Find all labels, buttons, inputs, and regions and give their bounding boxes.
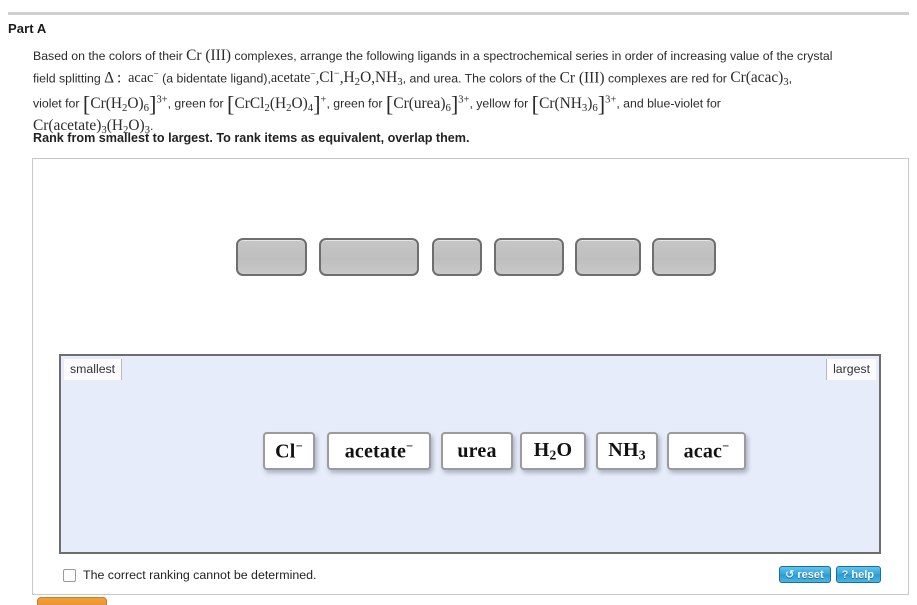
ligand-nh3-inline: NH3 xyxy=(375,68,403,88)
question-line-3-a: violet for xyxy=(33,96,83,111)
question-line-2-a: field splitting xyxy=(33,70,105,85)
page-title: Part A xyxy=(8,21,47,36)
empty-slot[interactable] xyxy=(652,238,716,276)
submit-button[interactable] xyxy=(37,597,107,605)
help-button[interactable]: ? help xyxy=(835,566,881,583)
item-label: H2O xyxy=(533,438,573,463)
reset-button[interactable]: ↺ reset xyxy=(779,566,831,583)
empty-slot[interactable] xyxy=(432,238,482,276)
complex-cr-urea-6: [Cr(urea)6]3+ xyxy=(385,91,470,117)
ranked-item-nh3[interactable]: NH3 xyxy=(596,432,658,470)
empty-slot[interactable] xyxy=(494,238,564,276)
item-label: NH3 xyxy=(608,438,646,463)
cr-acac-3: Cr(acac)3 xyxy=(730,68,789,88)
item-label: Cl− xyxy=(275,438,303,463)
question-line-2-b: (a bidentate ligand), xyxy=(162,70,271,85)
question-text: Based on the colors of their Cr (III) co… xyxy=(33,47,909,140)
ranking-tray[interactable]: smallest largest Cl− acetate− urea H2O N… xyxy=(59,354,881,554)
ligand-cl-inline: Cl− xyxy=(319,68,340,86)
delta-symbol: Δ : xyxy=(104,68,122,86)
cannot-determine-row[interactable]: The correct ranking cannot be determined… xyxy=(63,568,317,582)
ligand-acac-inline: acac− xyxy=(128,68,159,86)
question-line-1: Based on the colors of their Cr (III) co… xyxy=(33,47,909,66)
ranked-item-acetate[interactable]: acetate− xyxy=(327,432,431,470)
question-line-2: field splitting Δ : acac− (a bidentate l… xyxy=(33,68,793,88)
question-mark-icon: ? xyxy=(841,568,849,581)
ranked-item-acac[interactable]: acac− xyxy=(667,432,746,470)
question-line-3: violet for [Cr(H2O)6]3+, green for [CrCl… xyxy=(33,91,909,117)
panel-action-buttons: ↺ reset ? help xyxy=(779,566,881,583)
complex-cr-h2o-6: [Cr(H2O)6]3+ xyxy=(82,91,168,117)
question-line-3-b: , green for xyxy=(167,96,228,111)
question-line-3-c: , green for xyxy=(326,96,386,111)
reset-icon: ↺ xyxy=(785,569,795,581)
tray-label-largest: largest xyxy=(826,359,876,380)
rank-instruction: Rank from smallest to largest. To rank i… xyxy=(33,131,470,145)
question-line-3-d: , yellow for xyxy=(469,96,532,111)
ranked-items: Cl− acetate− urea H2O NH3 acac− xyxy=(61,432,879,472)
item-label: urea xyxy=(457,439,497,462)
reset-label: reset xyxy=(797,568,824,581)
ranked-item-cl[interactable]: Cl− xyxy=(263,432,315,470)
help-label: help xyxy=(851,568,874,581)
complex-cr-nh3-6: [Cr(NH3)6]3+ xyxy=(531,91,617,117)
cr-iii-label-1: Cr (III) xyxy=(186,47,231,64)
question-line-2-d: complexes are red for xyxy=(604,70,731,85)
tray-label-smallest: smallest xyxy=(64,359,123,380)
cr-iii-label-2: Cr (III) xyxy=(559,68,605,86)
ranking-panel: smallest largest Cl− acetate− urea H2O N… xyxy=(32,158,909,595)
ligand-acetate-inline: acetate− xyxy=(270,68,316,86)
top-divider xyxy=(8,12,909,15)
item-label: acac− xyxy=(683,438,730,463)
question-line-1-a: Based on the colors of their xyxy=(33,49,187,63)
ligand-h2o-inline: H2O xyxy=(343,68,372,88)
question-line-3-e: , and blue-violet for xyxy=(616,96,721,111)
ranked-item-urea[interactable]: urea xyxy=(441,432,513,470)
complex-crcl2-h2o-4: [CrCl2(H2O)4]+ xyxy=(227,91,327,117)
question-line-2-c: , and urea. The colors of the xyxy=(402,70,560,85)
question-page: Part A Based on the colors of their Cr (… xyxy=(0,0,917,605)
cannot-determine-label: The correct ranking cannot be determined… xyxy=(83,568,317,582)
empty-slot[interactable] xyxy=(236,238,307,276)
empty-slot[interactable] xyxy=(319,238,419,276)
ranked-item-h2o[interactable]: H2O xyxy=(520,432,586,470)
empty-slot[interactable] xyxy=(575,238,641,276)
question-line-1-b: complexes, arrange the following ligands… xyxy=(231,49,833,63)
item-label: acetate− xyxy=(344,438,414,463)
cannot-determine-checkbox[interactable] xyxy=(63,568,76,582)
